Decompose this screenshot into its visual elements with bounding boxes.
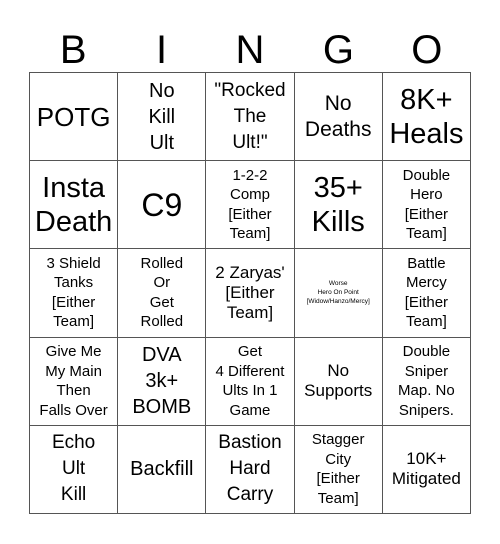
bingo-cell[interactable]: 35+ Kills: [294, 161, 383, 250]
bingo-cell[interactable]: Echo Ult Kill: [30, 425, 119, 514]
bingo-cell[interactable]: No Kill Ult: [118, 73, 207, 162]
bingo-cell[interactable]: Rolled Or Get Rolled: [118, 249, 207, 338]
bingo-cell[interactable]: 1-2-2 Comp [Either Team]: [206, 161, 295, 250]
bingo-header: B I N G O: [29, 28, 471, 72]
bingo-cell[interactable]: 2 Zaryas' [Either Team]: [206, 249, 295, 338]
bingo-cell[interactable]: Backfill: [118, 425, 207, 514]
bingo-cell[interactable]: No Deaths: [294, 73, 383, 162]
bingo-cell[interactable]: No Supports: [294, 337, 383, 426]
bingo-cell[interactable]: Give Me My Main Then Falls Over: [30, 337, 119, 426]
header-letter-b: B: [59, 28, 87, 72]
bingo-cell[interactable]: POTG: [30, 73, 119, 162]
bingo-cell[interactable]: Double Sniper Map. No Snipers.: [382, 337, 471, 426]
bingo-cell[interactable]: Insta Death: [30, 161, 119, 250]
bingo-cell[interactable]: DVA 3k+ BOMB: [118, 337, 207, 426]
bingo-cell[interactable]: Stagger City [Either Team]: [294, 425, 383, 514]
bingo-cell[interactable]: "Rocked The Ult!": [206, 73, 295, 162]
bingo-cell[interactable]: Battle Mercy [Either Team]: [382, 249, 471, 338]
header-letter-n: N: [235, 28, 265, 72]
bingo-cell[interactable]: Bastion Hard Carry: [206, 425, 295, 514]
header-letter-o: O: [411, 28, 443, 72]
bingo-cell[interactable]: 10K+ Mitigated: [382, 425, 471, 514]
bingo-cell[interactable]: 3 Shield Tanks [Either Team]: [30, 249, 119, 338]
bingo-cell[interactable]: C9: [118, 161, 207, 250]
bingo-cell[interactable]: Get 4 Different Ults In 1 Game: [206, 337, 295, 426]
bingo-cell[interactable]: Double Hero [Either Team]: [382, 161, 471, 250]
bingo-cell[interactable]: 8K+ Heals: [382, 73, 471, 162]
header-letter-i: I: [156, 28, 168, 72]
bingo-cell[interactable]: Worse Hero On Point [Widow/Hanzo/Mercy]: [294, 249, 383, 338]
bingo-board: POTG No Kill Ult "Rocked The Ult!" No De…: [29, 72, 471, 514]
header-letter-g: G: [322, 28, 354, 72]
